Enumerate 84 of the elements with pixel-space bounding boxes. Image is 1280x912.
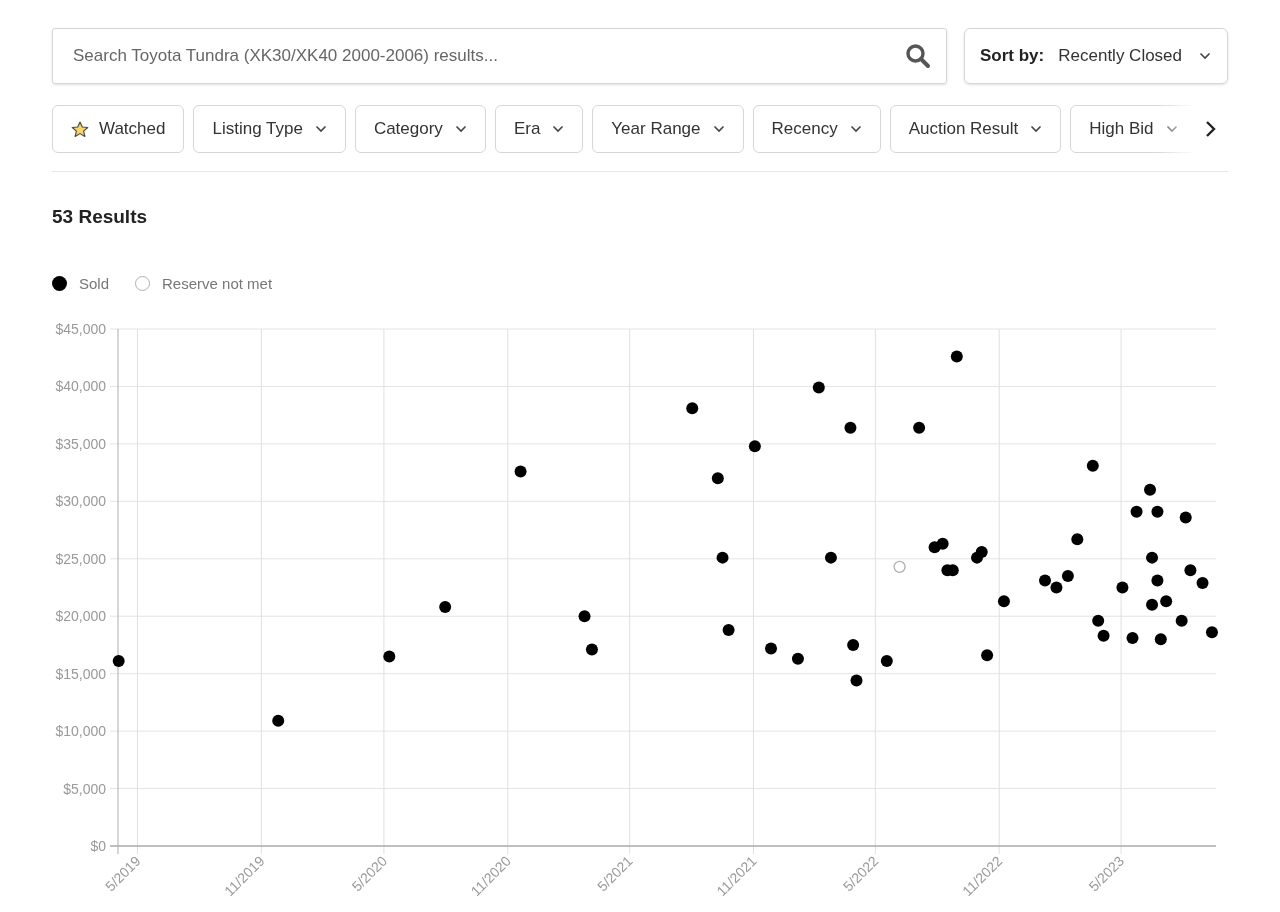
chevron-right-icon[interactable] xyxy=(1205,120,1217,138)
data-point[interactable] xyxy=(711,472,724,485)
data-point[interactable] xyxy=(272,714,285,727)
data-point[interactable] xyxy=(1146,598,1159,611)
data-point[interactable] xyxy=(1146,551,1159,564)
chevron-icon xyxy=(1165,125,1178,133)
chevron-icon xyxy=(1030,125,1043,133)
legend-label: Reserve not met xyxy=(162,273,273,294)
data-point[interactable] xyxy=(1086,459,1099,472)
data-point[interactable] xyxy=(975,545,988,558)
axis-label: $30,000 xyxy=(55,493,106,510)
data-point[interactable] xyxy=(844,421,857,434)
data-point[interactable] xyxy=(812,381,825,394)
data-point[interactable] xyxy=(1160,595,1173,608)
data-point[interactable] xyxy=(1151,505,1164,518)
data-point[interactable] xyxy=(1116,581,1129,594)
chevron-icon xyxy=(454,125,467,133)
filter-dropdown[interactable]: Recency xyxy=(752,105,881,153)
chevron-icon xyxy=(314,125,327,133)
data-point[interactable] xyxy=(686,402,699,415)
chevron-icon xyxy=(552,125,565,133)
sort-label: Sort by: xyxy=(980,45,1045,68)
search-field[interactable]: Search Toyota Tundra (XK30/XK40 2000-2006) results... xyxy=(52,28,947,84)
data-point[interactable] xyxy=(981,649,994,662)
watched-toggle[interactable]: Watched xyxy=(52,105,185,153)
results-count: 53 Results xyxy=(52,205,149,229)
data-point[interactable] xyxy=(1097,629,1110,642)
data-point[interactable] xyxy=(383,650,396,663)
filter-dropdown[interactable]: Listing Type xyxy=(193,105,346,153)
chevron-icon xyxy=(849,125,862,133)
data-point[interactable] xyxy=(950,350,963,363)
data-point[interactable] xyxy=(1039,574,1051,587)
data-point[interactable] xyxy=(946,564,959,577)
legend-label: Sold xyxy=(79,273,110,294)
data-point[interactable] xyxy=(1144,483,1157,496)
data-point[interactable] xyxy=(1184,564,1197,577)
data-point[interactable] xyxy=(997,595,1010,608)
data-point[interactable] xyxy=(1175,614,1188,627)
axis-label: $15,000 xyxy=(55,665,106,682)
data-point[interactable] xyxy=(1092,614,1105,627)
axis-label: $20,000 xyxy=(55,608,106,625)
filter-dropdown[interactable]: Year Range xyxy=(592,105,744,153)
data-point[interactable] xyxy=(1071,533,1084,546)
axis-label: $0 xyxy=(90,838,106,854)
data-point[interactable] xyxy=(880,655,893,668)
data-point[interactable] xyxy=(722,624,735,636)
axis-label: $45,000 xyxy=(55,321,106,337)
data-point[interactable] xyxy=(1126,632,1139,645)
data-point[interactable] xyxy=(850,674,863,687)
axis-label: $35,000 xyxy=(55,435,106,452)
data-point[interactable] xyxy=(1050,581,1063,594)
data-point[interactable] xyxy=(1130,505,1143,518)
chevron-icon xyxy=(712,125,725,133)
data-point[interactable] xyxy=(1196,576,1209,589)
data-point[interactable] xyxy=(716,551,729,564)
data-point[interactable] xyxy=(439,601,452,614)
data-point[interactable] xyxy=(791,652,804,665)
chevron-icon xyxy=(1199,52,1211,60)
data-point[interactable] xyxy=(1061,570,1074,582)
data-point[interactable] xyxy=(514,465,527,478)
data-point[interactable] xyxy=(112,655,125,668)
data-point[interactable] xyxy=(1205,626,1218,639)
data-point[interactable] xyxy=(824,551,837,564)
data-point[interactable] xyxy=(748,440,761,453)
data-point[interactable] xyxy=(578,610,591,623)
star-icon xyxy=(71,120,89,138)
sort-value: Recently Closed xyxy=(1058,45,1183,68)
axis-label: $10,000 xyxy=(55,723,106,740)
data-point[interactable] xyxy=(1151,574,1164,587)
filter-dropdown[interactable]: Auction Result xyxy=(889,105,1062,153)
search-icon[interactable] xyxy=(905,43,931,69)
data-point[interactable] xyxy=(765,642,777,655)
sort-dropdown[interactable]: Sort by: Recently Closed xyxy=(964,28,1228,84)
data-point[interactable] xyxy=(1179,511,1192,524)
axis-label: $5,000 xyxy=(63,780,106,797)
axis-label: $40,000 xyxy=(55,378,106,395)
data-point[interactable] xyxy=(936,537,949,550)
data-point[interactable] xyxy=(1154,633,1167,646)
data-point[interactable] xyxy=(913,421,926,434)
data-point[interactable] xyxy=(847,638,860,651)
axis-label: $25,000 xyxy=(55,550,106,567)
filter-dropdown[interactable]: Category xyxy=(354,105,486,153)
filter-dropdown[interactable]: Era xyxy=(494,105,584,153)
data-point[interactable] xyxy=(585,643,598,656)
